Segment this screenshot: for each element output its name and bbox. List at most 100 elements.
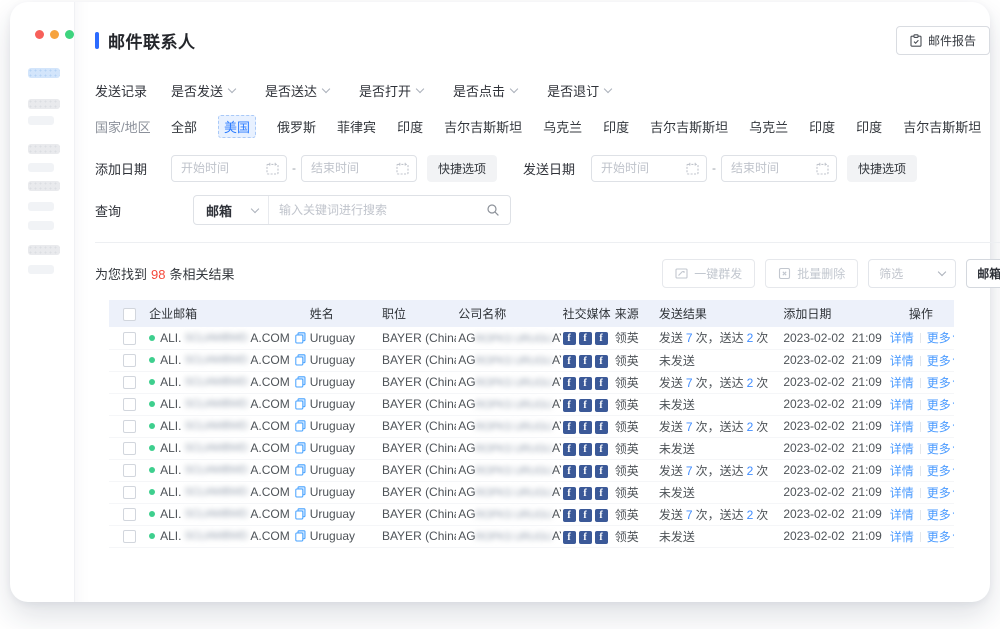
copy-icon[interactable]	[295, 398, 307, 410]
country-option[interactable]: 美国	[218, 115, 256, 138]
close-window-button[interactable]	[35, 30, 44, 39]
filter-dropdown[interactable]: 是否送达	[265, 81, 329, 100]
copy-icon[interactable]	[295, 420, 307, 432]
row-checkbox[interactable]	[123, 442, 136, 455]
facebook-icon[interactable]: f	[579, 332, 592, 345]
detail-link[interactable]: 详情	[890, 442, 914, 456]
facebook-icon[interactable]: f	[595, 355, 608, 368]
detail-link[interactable]: 详情	[890, 398, 914, 412]
filter-dropdown[interactable]: 是否打开	[359, 81, 423, 100]
copy-icon[interactable]	[295, 354, 307, 366]
facebook-icon[interactable]: f	[563, 421, 576, 434]
facebook-icon[interactable]: f	[579, 509, 592, 522]
filter-dropdown[interactable]: 是否退订	[547, 81, 611, 100]
maximize-window-button[interactable]	[65, 30, 74, 39]
copy-icon[interactable]	[295, 530, 307, 542]
send-date-quick-options-button[interactable]: 快捷选项	[847, 155, 917, 182]
facebook-icon[interactable]: f	[579, 399, 592, 412]
facebook-icon[interactable]: f	[579, 487, 592, 500]
facebook-icon[interactable]: f	[579, 531, 592, 544]
facebook-icon[interactable]: f	[579, 465, 592, 478]
more-link[interactable]: 更多	[927, 530, 954, 544]
detail-link[interactable]: 详情	[890, 376, 914, 390]
detail-link[interactable]: 详情	[890, 508, 914, 522]
country-option[interactable]: 菲律宾	[337, 117, 376, 136]
select-all-checkbox[interactable]	[123, 308, 136, 321]
detail-link[interactable]: 详情	[890, 464, 914, 478]
copy-icon[interactable]	[295, 332, 307, 344]
country-option[interactable]: 吉尔吉斯斯坦	[444, 117, 522, 136]
detail-link[interactable]: 详情	[890, 354, 914, 368]
facebook-icon[interactable]: f	[595, 399, 608, 412]
facebook-icon[interactable]: f	[595, 465, 608, 478]
facebook-icon[interactable]: f	[595, 421, 608, 434]
minimize-window-button[interactable]	[50, 30, 59, 39]
more-link[interactable]: 更多	[927, 376, 954, 390]
search-icon[interactable]	[484, 203, 510, 217]
facebook-icon[interactable]: f	[595, 509, 608, 522]
facebook-icon[interactable]: f	[563, 509, 576, 522]
search-field-select[interactable]: 邮箱	[194, 196, 269, 224]
filter-dropdown[interactable]: 是否发送	[171, 81, 235, 100]
facebook-icon[interactable]: f	[579, 355, 592, 368]
row-checkbox[interactable]	[123, 508, 136, 521]
country-option[interactable]: 全部	[171, 117, 197, 136]
country-option[interactable]: 印度	[856, 117, 882, 136]
country-option[interactable]: 印度	[397, 117, 423, 136]
detail-link[interactable]: 详情	[890, 486, 914, 500]
bulk-send-button[interactable]: 一键群发	[662, 259, 755, 288]
facebook-icon[interactable]: f	[563, 465, 576, 478]
more-link[interactable]: 更多	[927, 420, 954, 434]
detail-link[interactable]: 详情	[890, 331, 914, 345]
detail-link[interactable]: 详情	[890, 420, 914, 434]
copy-icon[interactable]	[295, 508, 307, 520]
email-report-button[interactable]: 邮件报告	[896, 26, 990, 55]
detail-link[interactable]: 详情	[890, 530, 914, 544]
facebook-icon[interactable]: f	[563, 377, 576, 390]
copy-icon[interactable]	[295, 464, 307, 476]
copy-icon[interactable]	[295, 442, 307, 454]
more-link[interactable]: 更多	[927, 331, 954, 345]
country-option[interactable]: 乌克兰	[749, 117, 788, 136]
country-option[interactable]: 吉尔吉斯斯坦	[650, 117, 728, 136]
facebook-icon[interactable]: f	[595, 443, 608, 456]
copy-icon[interactable]	[295, 486, 307, 498]
row-checkbox[interactable]	[123, 486, 136, 499]
more-link[interactable]: 更多	[927, 442, 954, 456]
facebook-icon[interactable]: f	[563, 399, 576, 412]
country-option[interactable]: 印度	[603, 117, 629, 136]
facebook-icon[interactable]: f	[563, 443, 576, 456]
facebook-icon[interactable]: f	[563, 332, 576, 345]
facebook-icon[interactable]: f	[595, 531, 608, 544]
country-option[interactable]: 印度	[809, 117, 835, 136]
facebook-icon[interactable]: f	[563, 355, 576, 368]
bulk-delete-button[interactable]: 批量删除	[765, 259, 858, 288]
add-date-quick-options-button[interactable]: 快捷选项	[427, 155, 497, 182]
row-checkbox[interactable]	[123, 530, 136, 543]
more-link[interactable]: 更多	[927, 486, 954, 500]
more-link[interactable]: 更多	[927, 464, 954, 478]
facebook-icon[interactable]: f	[595, 332, 608, 345]
row-checkbox[interactable]	[123, 354, 136, 367]
country-option[interactable]: 吉尔吉斯斯坦	[903, 117, 981, 136]
facebook-icon[interactable]: f	[595, 487, 608, 500]
search-input[interactable]	[269, 203, 484, 217]
more-link[interactable]: 更多	[927, 508, 954, 522]
country-option[interactable]: 乌克兰	[543, 117, 582, 136]
mailbox-mode-select[interactable]: 邮箱模式	[966, 259, 1000, 288]
row-checkbox[interactable]	[123, 376, 136, 389]
filter-dropdown[interactable]: 是否点击	[453, 81, 517, 100]
row-checkbox[interactable]	[123, 464, 136, 477]
facebook-icon[interactable]: f	[579, 443, 592, 456]
row-checkbox[interactable]	[123, 420, 136, 433]
send-record-label[interactable]: 发送记录	[95, 81, 171, 100]
row-checkbox[interactable]	[123, 332, 136, 345]
more-link[interactable]: 更多	[927, 398, 954, 412]
row-checkbox[interactable]	[123, 398, 136, 411]
facebook-icon[interactable]: f	[595, 377, 608, 390]
copy-icon[interactable]	[295, 376, 307, 388]
facebook-icon[interactable]: f	[579, 421, 592, 434]
filter-select[interactable]: 筛选	[868, 259, 956, 288]
country-option[interactable]: 俄罗斯	[277, 117, 316, 136]
facebook-icon[interactable]: f	[563, 531, 576, 544]
